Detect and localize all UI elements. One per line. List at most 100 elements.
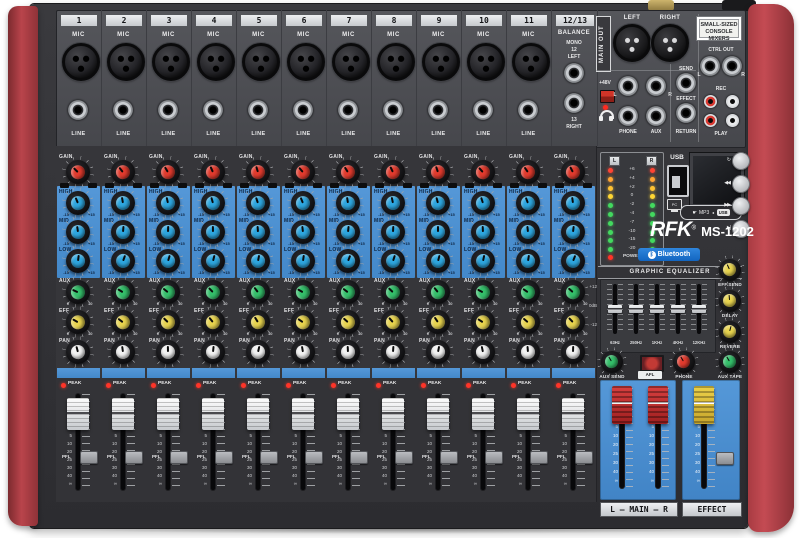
effect-fader[interactable] xyxy=(694,386,714,424)
ch4-low-knob[interactable] xyxy=(201,249,225,273)
ch9-gain-knob[interactable] xyxy=(426,160,450,184)
ch1-eff-knob[interactable] xyxy=(66,310,90,334)
ch10-low-knob[interactable] xyxy=(471,249,495,273)
ch12/13-low-knob[interactable] xyxy=(561,249,585,273)
ch9-eff-knob[interactable] xyxy=(426,310,450,334)
aux-tape-knob[interactable] xyxy=(719,351,741,373)
ch1-high-knob[interactable] xyxy=(66,191,90,215)
pfl-button[interactable] xyxy=(395,451,413,464)
ch4-aux-knob[interactable] xyxy=(201,280,225,304)
ch2-eff-knob[interactable] xyxy=(111,310,135,334)
ch1-low-knob[interactable] xyxy=(66,249,90,273)
aux-send-knob[interactable] xyxy=(601,351,623,373)
main-fader-right[interactable] xyxy=(648,386,668,424)
ch11-pan-knob[interactable] xyxy=(516,340,540,364)
delay-knob[interactable] xyxy=(719,290,741,312)
ch7-low-knob[interactable] xyxy=(336,249,360,273)
channel-fader[interactable] xyxy=(562,398,584,430)
ch8-mid-knob[interactable] xyxy=(381,220,405,244)
ch4-mid-knob[interactable] xyxy=(201,220,225,244)
ch9-high-knob[interactable] xyxy=(426,191,450,215)
ch9-low-knob[interactable] xyxy=(426,249,450,273)
ch10-pan-knob[interactable] xyxy=(471,340,495,364)
ch6-aux-knob[interactable] xyxy=(291,280,315,304)
ch5-mid-knob[interactable] xyxy=(246,220,270,244)
ch6-gain-knob[interactable] xyxy=(291,160,315,184)
channel-fader[interactable] xyxy=(382,398,404,430)
ch3-high-knob[interactable] xyxy=(156,191,180,215)
ch2-low-knob[interactable] xyxy=(111,249,135,273)
main-fader-left[interactable] xyxy=(612,386,632,424)
channel-fader[interactable] xyxy=(427,398,449,430)
ch10-mid-knob[interactable] xyxy=(471,220,495,244)
channel-fader[interactable] xyxy=(517,398,539,430)
ch8-low-knob[interactable] xyxy=(381,249,405,273)
ch7-aux-knob[interactable] xyxy=(336,280,360,304)
channel-fader[interactable] xyxy=(157,398,179,430)
ch3-low-knob[interactable] xyxy=(156,249,180,273)
ch12/13-high-knob[interactable] xyxy=(561,191,585,215)
eq-slider-12KHz[interactable] xyxy=(692,305,706,313)
ch6-mid-knob[interactable] xyxy=(291,220,315,244)
phone-knob[interactable] xyxy=(673,351,695,373)
channel-fader[interactable] xyxy=(247,398,269,430)
ch2-gain-knob[interactable] xyxy=(111,160,135,184)
pfl-button[interactable] xyxy=(125,451,143,464)
ch8-eff-knob[interactable] xyxy=(381,310,405,334)
ch11-eff-knob[interactable] xyxy=(516,310,540,334)
ch11-gain-knob[interactable] xyxy=(516,160,540,184)
ch11-mid-knob[interactable] xyxy=(516,220,540,244)
ch4-pan-knob[interactable] xyxy=(201,340,225,364)
channel-fader[interactable] xyxy=(67,398,89,430)
previous-button[interactable] xyxy=(732,175,750,193)
ch6-pan-knob[interactable] xyxy=(291,340,315,364)
ch7-pan-knob[interactable] xyxy=(336,340,360,364)
eff-send-knob[interactable] xyxy=(719,259,741,281)
pfl-button[interactable] xyxy=(530,451,548,464)
channel-fader[interactable] xyxy=(472,398,494,430)
ch8-gain-knob[interactable] xyxy=(381,160,405,184)
pfl-button[interactable] xyxy=(170,451,188,464)
ch9-pan-knob[interactable] xyxy=(426,340,450,364)
pfl-button[interactable] xyxy=(80,451,98,464)
reverb-knob[interactable] xyxy=(719,321,741,343)
pfl-button[interactable] xyxy=(215,451,233,464)
ch4-gain-knob[interactable] xyxy=(201,160,225,184)
ch2-pan-knob[interactable] xyxy=(111,340,135,364)
eq-slider-1KHz[interactable] xyxy=(650,305,664,313)
ch1-aux-knob[interactable] xyxy=(66,280,90,304)
ch8-high-knob[interactable] xyxy=(381,191,405,215)
afl-button[interactable] xyxy=(640,355,664,372)
ch11-aux-knob[interactable] xyxy=(516,280,540,304)
ch8-pan-knob[interactable] xyxy=(381,340,405,364)
ch7-mid-knob[interactable] xyxy=(336,220,360,244)
ch7-eff-knob[interactable] xyxy=(336,310,360,334)
ch5-pan-knob[interactable] xyxy=(246,340,270,364)
ch5-gain-knob[interactable] xyxy=(246,160,270,184)
eq-slider-250Hz[interactable] xyxy=(629,305,643,313)
ch11-low-knob[interactable] xyxy=(516,249,540,273)
ch10-high-knob[interactable] xyxy=(471,191,495,215)
pfl-button[interactable] xyxy=(575,451,593,464)
ch11-high-knob[interactable] xyxy=(516,191,540,215)
ch3-mid-knob[interactable] xyxy=(156,220,180,244)
ch2-mid-knob[interactable] xyxy=(111,220,135,244)
ch10-gain-knob[interactable] xyxy=(471,160,495,184)
channel-fader[interactable] xyxy=(337,398,359,430)
pfl-button[interactable] xyxy=(260,451,278,464)
ch1-pan-knob[interactable] xyxy=(66,340,90,364)
eq-slider-4KHz[interactable] xyxy=(671,305,685,313)
pfl-button[interactable] xyxy=(716,452,734,465)
next-button[interactable] xyxy=(732,197,750,215)
ch9-mid-knob[interactable] xyxy=(426,220,450,244)
ch9-aux-knob[interactable] xyxy=(426,280,450,304)
ch10-aux-knob[interactable] xyxy=(471,280,495,304)
ch12/13-gain-knob[interactable] xyxy=(561,160,585,184)
ch10-eff-knob[interactable] xyxy=(471,310,495,334)
ch3-eff-knob[interactable] xyxy=(156,310,180,334)
pfl-button[interactable] xyxy=(440,451,458,464)
ch5-high-knob[interactable] xyxy=(246,191,270,215)
ch7-gain-knob[interactable] xyxy=(336,160,360,184)
ch3-pan-knob[interactable] xyxy=(156,340,180,364)
ch4-eff-knob[interactable] xyxy=(201,310,225,334)
